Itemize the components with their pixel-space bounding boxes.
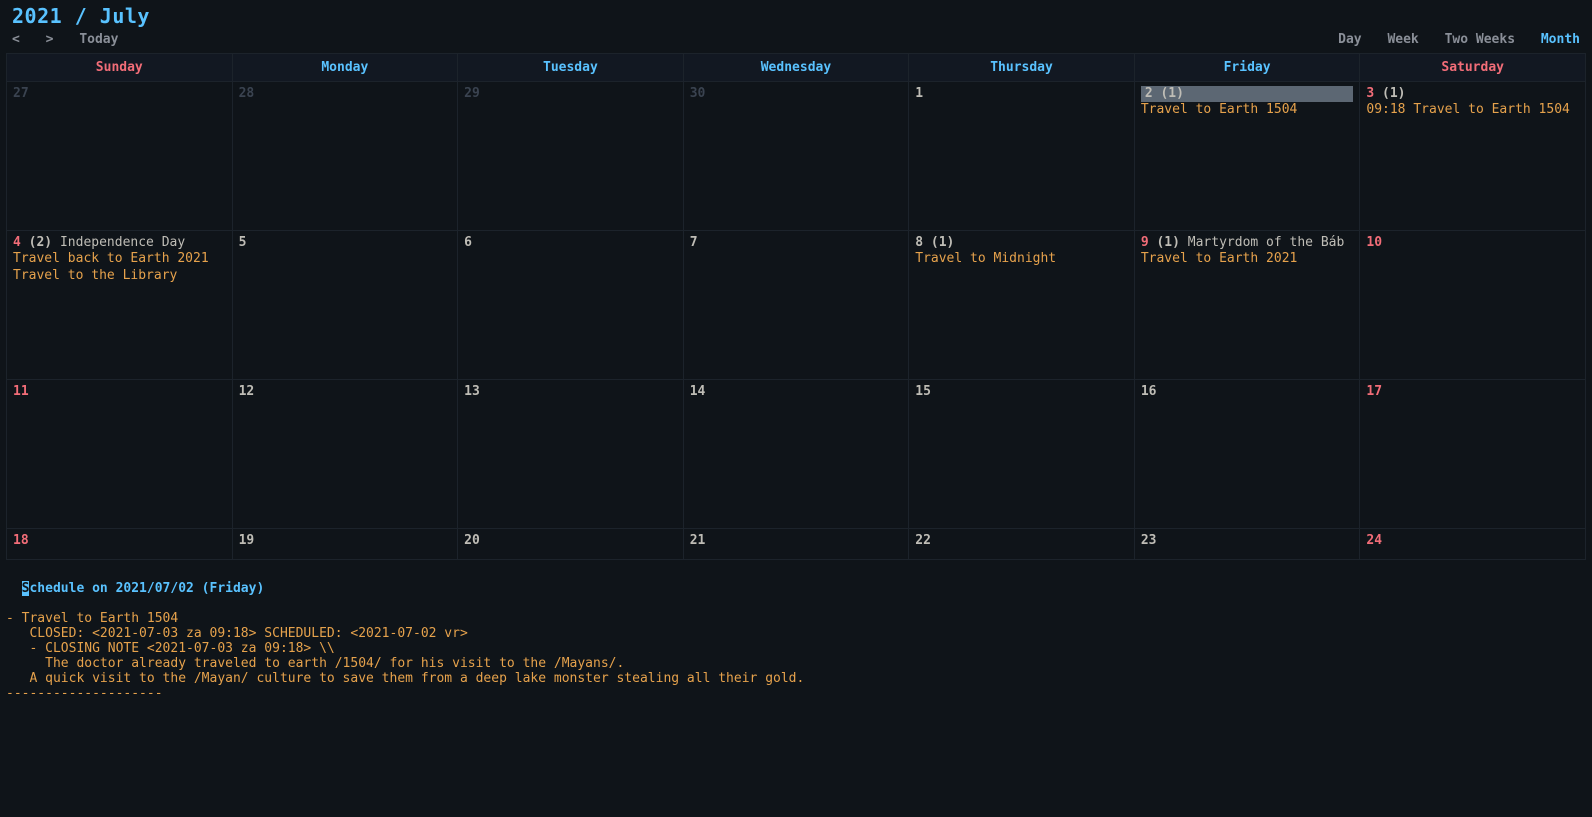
calendar-day-cell[interactable]: 27 bbox=[7, 82, 233, 231]
schedule-detail-panel: Schedule on 2021/07/02 (Friday) - Travel… bbox=[0, 560, 1592, 746]
day-number: 1 bbox=[915, 86, 923, 101]
schedule-detail-line: CLOSED: <2021-07-03 za 09:18> SCHEDULED:… bbox=[6, 626, 1586, 641]
view-day-tab[interactable]: Day bbox=[1338, 32, 1361, 47]
calendar-day-cell[interactable]: 21 bbox=[683, 529, 909, 560]
weekday-header-tue: Tuesday bbox=[458, 54, 684, 82]
weekday-header-sat: Saturday bbox=[1360, 54, 1586, 82]
day-number: 29 bbox=[464, 86, 480, 101]
calendar-event[interactable]: Travel to Earth 1504 bbox=[1141, 102, 1354, 118]
weekday-header-fri: Friday bbox=[1134, 54, 1360, 82]
day-number: 5 bbox=[239, 235, 247, 250]
day-number: 11 bbox=[13, 384, 29, 399]
calendar-event[interactable]: Travel to Earth 2021 bbox=[1141, 251, 1354, 267]
day-number: 14 bbox=[690, 384, 706, 399]
view-month-tab[interactable]: Month bbox=[1541, 32, 1580, 47]
calendar-day-cell[interactable]: 24 bbox=[1360, 529, 1586, 560]
weekday-header-sun: Sunday bbox=[7, 54, 233, 82]
calendar-day-cell[interactable]: 15 bbox=[909, 380, 1135, 529]
day-number: 13 bbox=[464, 384, 480, 399]
day-number: 24 bbox=[1366, 533, 1382, 548]
day-number: 7 bbox=[690, 235, 698, 250]
calendar-day-cell[interactable]: 18 bbox=[7, 529, 233, 560]
calendar-day-cell[interactable]: 10 bbox=[1360, 231, 1586, 380]
calendar-day-cell[interactable]: 1 bbox=[909, 82, 1135, 231]
calendar-day-cell[interactable]: 16 bbox=[1134, 380, 1360, 529]
calendar-day-cell[interactable]: 9 (1) Martyrdom of the BábTravel to Eart… bbox=[1134, 231, 1360, 380]
schedule-detail-line: -------------------- bbox=[6, 686, 1586, 701]
today-button[interactable]: Today bbox=[79, 32, 118, 47]
day-number: 6 bbox=[464, 235, 472, 250]
holiday-label: Independence Day bbox=[52, 235, 185, 250]
schedule-detail-line: - Travel to Earth 1504 bbox=[6, 611, 1586, 626]
day-number: 30 bbox=[690, 86, 706, 101]
calendar-day-cell[interactable]: 6 bbox=[458, 231, 684, 380]
day-number: 12 bbox=[239, 384, 255, 399]
day-number: 17 bbox=[1366, 384, 1382, 399]
weekday-header-wed: Wednesday bbox=[683, 54, 909, 82]
calendar-event[interactable]: 09:18 Travel to Earth 1504 bbox=[1366, 102, 1579, 118]
calendar-day-cell[interactable]: 3 (1)09:18 Travel to Earth 1504 bbox=[1360, 82, 1586, 231]
next-button[interactable]: > bbox=[46, 32, 54, 47]
calendar-day-cell[interactable]: 7 bbox=[683, 231, 909, 380]
calendar-day-cell[interactable]: 5 bbox=[232, 231, 458, 380]
weekday-header-thu: Thursday bbox=[909, 54, 1135, 82]
event-count: (2) bbox=[21, 235, 52, 250]
selected-day-marker: 2 (1) bbox=[1141, 86, 1354, 102]
schedule-detail-heading: Schedule on 2021/07/02 (Friday) bbox=[22, 581, 265, 596]
day-number: 20 bbox=[464, 533, 480, 548]
calendar-day-cell[interactable]: 22 bbox=[909, 529, 1135, 560]
calendar-day-cell[interactable]: 20 bbox=[458, 529, 684, 560]
day-number: 19 bbox=[239, 533, 255, 548]
day-number: 18 bbox=[13, 533, 29, 548]
calendar-day-cell[interactable]: 12 bbox=[232, 380, 458, 529]
page-title: 2021 / July bbox=[12, 4, 150, 28]
calendar-event[interactable]: Travel back to Earth 2021 bbox=[13, 251, 226, 267]
event-count: (1) bbox=[1149, 235, 1180, 250]
holiday-label: Martyrdom of the Báb bbox=[1180, 235, 1344, 250]
calendar-day-cell[interactable]: 4 (2) Independence DayTravel back to Ear… bbox=[7, 231, 233, 380]
event-count: (1) bbox=[923, 235, 954, 250]
day-number: 16 bbox=[1141, 384, 1157, 399]
calendar-day-cell[interactable]: 2 (1)Travel to Earth 1504 bbox=[1134, 82, 1360, 231]
view-switcher: Day Week Two Weeks Month bbox=[1320, 32, 1580, 47]
calendar-day-cell[interactable]: 23 bbox=[1134, 529, 1360, 560]
calendar-day-cell[interactable]: 14 bbox=[683, 380, 909, 529]
calendar-day-cell[interactable]: 11 bbox=[7, 380, 233, 529]
calendar-day-cell[interactable]: 13 bbox=[458, 380, 684, 529]
view-week-tab[interactable]: Week bbox=[1387, 32, 1418, 47]
calendar-grid: Sunday Monday Tuesday Wednesday Thursday… bbox=[6, 53, 1586, 560]
day-number: 27 bbox=[13, 86, 29, 101]
calendar-event[interactable]: Travel to Midnight bbox=[915, 251, 1128, 267]
calendar-day-cell[interactable]: 19 bbox=[232, 529, 458, 560]
weekday-header-mon: Monday bbox=[232, 54, 458, 82]
day-number: 22 bbox=[915, 533, 931, 548]
calendar-day-cell[interactable]: 17 bbox=[1360, 380, 1586, 529]
day-number: 8 bbox=[915, 235, 923, 250]
day-number: 28 bbox=[239, 86, 255, 101]
calendar-day-cell[interactable]: 29 bbox=[458, 82, 684, 231]
day-number: 9 bbox=[1141, 235, 1149, 250]
day-number: 4 bbox=[13, 235, 21, 250]
day-number: 21 bbox=[690, 533, 706, 548]
view-two-weeks-tab[interactable]: Two Weeks bbox=[1445, 32, 1515, 47]
prev-button[interactable]: < bbox=[12, 32, 20, 47]
schedule-detail-line: The doctor already traveled to earth /15… bbox=[6, 656, 1586, 671]
calendar-day-cell[interactable]: 8 (1)Travel to Midnight bbox=[909, 231, 1135, 380]
event-count: (1) bbox=[1374, 86, 1405, 101]
calendar-event[interactable]: Travel to the Library bbox=[13, 268, 226, 284]
calendar-day-cell[interactable]: 30 bbox=[683, 82, 909, 231]
schedule-detail-line: - CLOSING NOTE <2021-07-03 za 09:18> \\ bbox=[6, 641, 1586, 656]
schedule-detail-line: A quick visit to the /Mayan/ culture to … bbox=[6, 671, 1586, 686]
day-number: 15 bbox=[915, 384, 931, 399]
day-number: 23 bbox=[1141, 533, 1157, 548]
day-number: 10 bbox=[1366, 235, 1382, 250]
calendar-day-cell[interactable]: 28 bbox=[232, 82, 458, 231]
